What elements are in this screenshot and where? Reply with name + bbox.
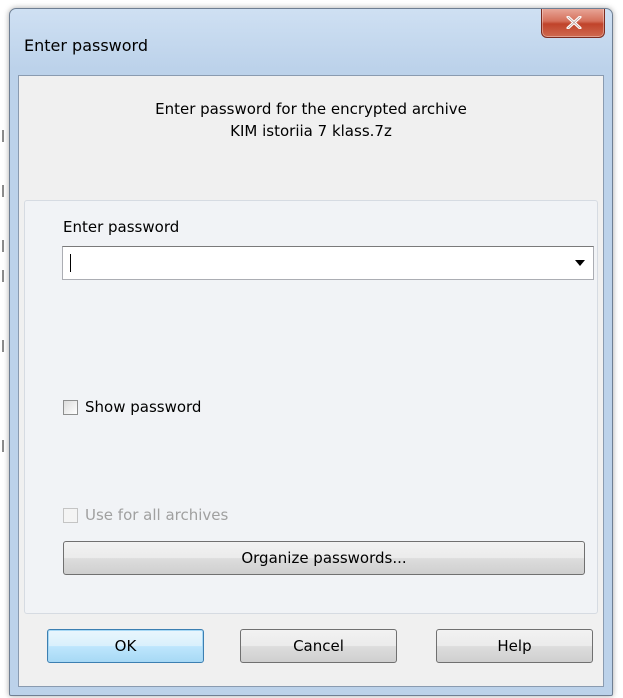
title-bar[interactable]: Enter password xyxy=(10,9,612,75)
dialog-body: Enter password for the encrypted archive… xyxy=(18,75,604,687)
help-label: Help xyxy=(497,637,532,655)
background-mark xyxy=(2,240,4,252)
window-title: Enter password xyxy=(24,36,148,55)
organize-passwords-button[interactable]: Organize passwords... xyxy=(63,541,585,575)
chevron-down-icon[interactable] xyxy=(575,260,585,266)
password-input[interactable] xyxy=(63,247,555,279)
background-mark xyxy=(2,130,4,142)
archive-name: KIM istoriia 7 klass.7z xyxy=(230,122,392,140)
background-mark xyxy=(2,185,4,197)
cancel-label: Cancel xyxy=(293,637,344,655)
show-password-label[interactable]: Show password xyxy=(85,398,201,416)
password-dialog: Enter password Enter password for the en… xyxy=(9,8,613,696)
close-icon xyxy=(566,16,582,29)
password-combobox[interactable] xyxy=(62,246,594,280)
background-mark xyxy=(2,440,4,452)
use-for-all-archives-checkbox[interactable] xyxy=(63,508,78,523)
background-mark xyxy=(2,270,4,282)
cancel-button[interactable]: Cancel xyxy=(240,629,397,663)
text-caret xyxy=(70,254,71,272)
ok-button[interactable]: OK xyxy=(47,629,204,663)
info-message: Enter password for the encrypted archive xyxy=(155,100,467,118)
organize-passwords-label: Organize passwords... xyxy=(241,549,407,567)
password-label: Enter password xyxy=(63,218,180,236)
ok-label: OK xyxy=(114,637,137,655)
show-password-checkbox[interactable] xyxy=(63,400,78,415)
help-button[interactable]: Help xyxy=(436,629,593,663)
close-button[interactable] xyxy=(541,9,605,38)
use-for-all-archives-label[interactable]: Use for all archives xyxy=(85,506,228,524)
background-mark xyxy=(2,340,4,352)
